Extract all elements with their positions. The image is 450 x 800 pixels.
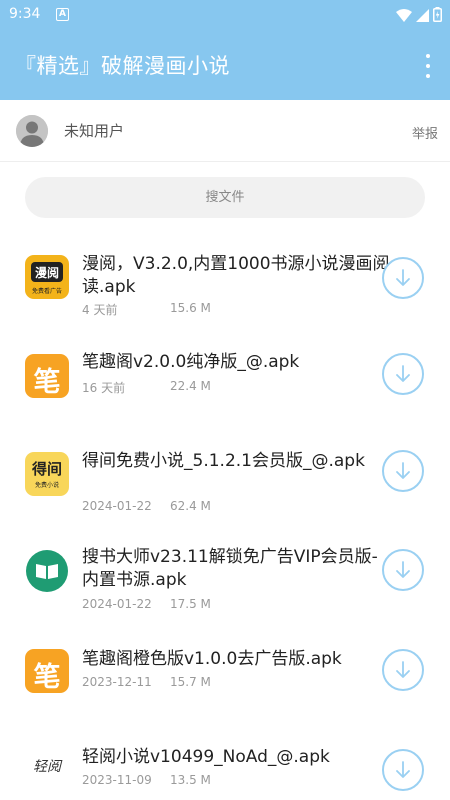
file-meta: 2023-12-11 15.7 M bbox=[82, 675, 211, 689]
download-button[interactable] bbox=[382, 549, 424, 591]
download-button[interactable] bbox=[382, 649, 424, 691]
app-icon-label: 漫阅 bbox=[34, 266, 59, 280]
file-date: 2024-01-22 bbox=[82, 597, 152, 611]
manyue-app-icon: 漫阅 免费看广告 bbox=[25, 255, 69, 299]
top-bar: 9:34 A 『精选』破解漫画小说 bbox=[0, 0, 450, 100]
file-date: 16 天前 bbox=[82, 381, 126, 395]
file-name: 笔趣阁橙色版v1.0.0去广告版.apk bbox=[82, 649, 342, 669]
download-arrow-icon bbox=[396, 365, 410, 382]
notification-icon: A bbox=[56, 8, 69, 21]
list-item[interactable]: 笔 笔趣阁橙色版v1.0.0去广告版.apk 2023-12-11 15.7 M bbox=[0, 634, 450, 732]
file-size: 17.5 M bbox=[170, 597, 211, 611]
file-meta: 2023-11-09 13.5 M bbox=[82, 773, 211, 787]
wifi-icon bbox=[396, 7, 412, 26]
file-meta: 4 天前 15.6 M bbox=[82, 301, 211, 318]
signal-icon bbox=[416, 7, 429, 26]
search-input[interactable]: 搜文件 bbox=[25, 177, 425, 218]
file-size: 22.4 M bbox=[170, 379, 211, 393]
file-meta: 2024-01-22 62.4 M bbox=[82, 499, 211, 513]
file-size: 13.5 M bbox=[170, 773, 211, 787]
biquge-app-icon: 笔 bbox=[25, 354, 69, 398]
download-button[interactable] bbox=[382, 450, 424, 492]
file-size: 15.7 M bbox=[170, 675, 211, 689]
app-icon-sublabel: 免费看广告 bbox=[31, 288, 62, 295]
file-date: 2024-01-22 bbox=[82, 499, 152, 513]
user-name: 未知用户 bbox=[64, 122, 125, 140]
download-arrow-icon bbox=[396, 269, 410, 286]
file-date: 2023-12-11 bbox=[82, 675, 152, 689]
download-button[interactable] bbox=[382, 749, 424, 791]
file-date: 4 天前 bbox=[82, 303, 118, 317]
download-arrow-icon bbox=[396, 761, 410, 778]
file-name: 漫阅，V3.2.0,内置1000书源小说漫画阅读.apk bbox=[82, 254, 390, 297]
download-arrow-icon bbox=[396, 462, 410, 479]
list-item[interactable]: 漫阅 免费看广告 漫阅，V3.2.0,内置1000书源小说漫画阅读.apk 4 … bbox=[0, 242, 450, 340]
download-button[interactable] bbox=[382, 353, 424, 395]
file-date: 2023-11-09 bbox=[82, 773, 152, 787]
list-item[interactable]: 搜书大师v23.11解锁免广告VIP会员版-内置书源.apk 2024-01-2… bbox=[0, 536, 450, 634]
list-item[interactable]: 轻阅 轻阅小说v10499_NoAd_@.apk 2023-11-09 13.5… bbox=[0, 732, 450, 800]
page-title: 『精选』破解漫画小说 bbox=[15, 54, 230, 78]
download-button[interactable] bbox=[382, 257, 424, 299]
biquge-app-icon: 笔 bbox=[25, 649, 69, 693]
download-arrow-icon bbox=[396, 561, 410, 578]
avatar[interactable] bbox=[16, 115, 48, 147]
book-icon bbox=[26, 550, 68, 592]
status-bar: 9:34 A bbox=[0, 0, 450, 32]
dejian-app-icon: 得间 免费小说 bbox=[25, 452, 69, 496]
status-time: 9:34 bbox=[9, 6, 41, 22]
battery-icon bbox=[433, 6, 442, 26]
list-item[interactable]: 得间 免费小说 得间免费小说_5.1.2.1会员版_@.apk 2024-01-… bbox=[0, 438, 450, 536]
user-row[interactable]: 未知用户 举报 bbox=[0, 100, 450, 162]
app-icon-label: 笔 bbox=[33, 662, 61, 693]
person-icon bbox=[16, 115, 48, 147]
status-icons bbox=[396, 6, 442, 26]
app-icon-sublabel: 免费小说 bbox=[34, 482, 59, 489]
file-name: 搜书大师v23.11解锁免广告VIP会员版-内置书源.apk bbox=[82, 547, 378, 590]
file-size: 15.6 M bbox=[170, 301, 211, 315]
file-name: 轻阅小说v10499_NoAd_@.apk bbox=[82, 747, 330, 767]
list-item[interactable]: 笔 笔趣阁v2.0.0纯净版_@.apk 16 天前 22.4 M bbox=[0, 340, 450, 438]
app-icon-label: 得间 bbox=[31, 460, 62, 478]
qingyue-app-icon: 轻阅 bbox=[25, 746, 69, 790]
file-meta: 2024-01-22 17.5 M bbox=[82, 597, 211, 611]
file-meta: 16 天前 22.4 M bbox=[82, 379, 211, 396]
app-icon-label: 轻阅 bbox=[33, 759, 61, 775]
file-size: 62.4 M bbox=[170, 499, 211, 513]
more-vert-icon[interactable] bbox=[420, 54, 436, 78]
file-name: 笔趣阁v2.0.0纯净版_@.apk bbox=[82, 352, 300, 372]
download-arrow-icon bbox=[396, 661, 410, 678]
report-button[interactable]: 举报 bbox=[412, 123, 438, 142]
file-name: 得间免费小说_5.1.2.1会员版_@.apk bbox=[82, 451, 365, 471]
app-icon-label: 笔 bbox=[33, 367, 61, 398]
